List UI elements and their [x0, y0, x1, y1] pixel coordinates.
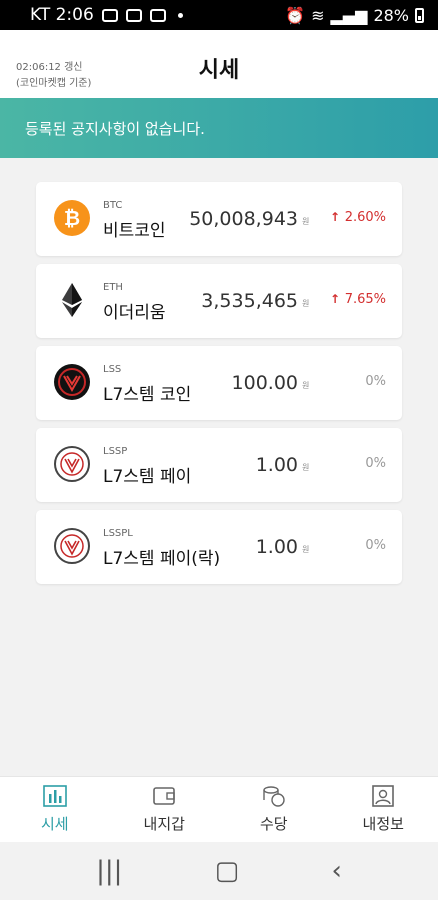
- chart-icon: [42, 785, 67, 807]
- coin-card-lss[interactable]: LSS L7스템 코인 100.00 원 0%: [36, 346, 402, 420]
- youtube-icon: [149, 8, 166, 22]
- status-time: KT 2:06: [30, 5, 94, 25]
- nav-item-allowance[interactable]: 수당: [219, 777, 329, 842]
- recent-apps-icon[interactable]: |||: [96, 856, 122, 886]
- alarm-icon: ⏰: [285, 5, 306, 25]
- bottom-nav: 시세 내지갑 수당 내정보: [0, 776, 438, 842]
- coin-symbol: LSS: [103, 364, 122, 375]
- coin-card-eth[interactable]: ETH 이더리움 3,535,465 원 ↑ 7.65%: [36, 264, 402, 338]
- battery-icon: [415, 7, 424, 23]
- l7-coin-icon: [54, 364, 90, 400]
- coin-symbol: LSSP: [103, 446, 128, 457]
- coin-card-lssp[interactable]: LSSP L7스템 페이 1.00 원 0%: [36, 428, 402, 502]
- price-unit: 원: [302, 381, 310, 390]
- nav-item-wallet[interactable]: 내지갑: [110, 777, 220, 842]
- coin-name: 비트코인: [103, 221, 166, 241]
- wallet-icon: [152, 785, 176, 807]
- notification-icon: [101, 8, 118, 22]
- price-unit: 원: [302, 217, 310, 226]
- price-unit: 원: [302, 299, 310, 308]
- coin-change: 7.65%: [344, 292, 386, 307]
- coin-symbol: BTC: [103, 200, 123, 211]
- coin-price: 50,008,943: [189, 208, 298, 230]
- coin-name: L7스템 코인: [103, 385, 192, 405]
- l7-pay-lock-icon: [54, 528, 90, 564]
- coin-stack-icon: [262, 785, 286, 807]
- nav-label: 내지갑: [143, 815, 185, 833]
- coin-name: L7스템 페이(락): [103, 549, 221, 569]
- notice-banner[interactable]: 등록된 공지사항이 없습니다.: [0, 98, 438, 158]
- battery-percent: 28%: [373, 5, 409, 25]
- nav-label: 시세: [40, 815, 69, 833]
- app-header: 02:06:12 갱신 (코인마켓캡 기준) 시세: [0, 30, 438, 98]
- wifi-icon: ≋: [311, 5, 325, 25]
- coin-name: 이더리움: [103, 303, 166, 323]
- profile-icon: [371, 785, 395, 807]
- l7-pay-icon: [54, 446, 90, 482]
- more-notifications-icon: [177, 12, 183, 18]
- coin-symbol: ETH: [103, 282, 123, 293]
- svg-text:₿: ₿: [64, 206, 80, 230]
- coin-name: L7스템 페이: [103, 467, 192, 487]
- coin-price: 3,535,465: [201, 290, 298, 312]
- coin-price: 1.00: [255, 536, 298, 558]
- coin-price: 100.00: [231, 372, 298, 394]
- coin-symbol: LSSPL: [103, 528, 133, 539]
- coin-change: 0%: [365, 374, 386, 389]
- back-icon[interactable]: ‹: [331, 856, 341, 886]
- coin-change: 2.60%: [344, 210, 386, 225]
- coin-price: 1.00: [255, 454, 298, 476]
- home-icon[interactable]: ▢: [215, 856, 240, 886]
- notification-icon: [125, 8, 142, 22]
- ethereum-icon: [54, 282, 90, 318]
- coin-change: 0%: [365, 456, 386, 471]
- status-bar: KT 2:06 ⏰ ≋ ▂▄▆ 28%: [0, 0, 438, 30]
- coin-card-lsspl[interactable]: LSSPL L7스템 페이(락) 1.00 원 0%: [36, 510, 402, 584]
- nav-label: 내정보: [362, 815, 404, 833]
- nav-label: 수당: [259, 815, 288, 833]
- coin-card-btc[interactable]: ₿ BTC 비트코인 50,008,943 원 ↑ 2.60%: [36, 182, 402, 256]
- system-nav-bar: ||| ▢ ‹: [0, 842, 438, 900]
- coin-change: 0%: [365, 538, 386, 553]
- signal-icon: ▂▄▆: [330, 5, 368, 25]
- nav-item-market[interactable]: 시세: [0, 777, 110, 842]
- up-arrow-icon: ↑: [330, 292, 341, 306]
- price-unit: 원: [302, 545, 310, 554]
- up-arrow-icon: ↑: [330, 210, 341, 224]
- price-unit: 원: [302, 463, 310, 472]
- bitcoin-icon: ₿: [54, 200, 90, 236]
- notice-text: 등록된 공지사항이 없습니다.: [25, 119, 205, 138]
- page-title: 시세: [198, 58, 240, 83]
- nav-item-profile[interactable]: 내정보: [329, 777, 438, 842]
